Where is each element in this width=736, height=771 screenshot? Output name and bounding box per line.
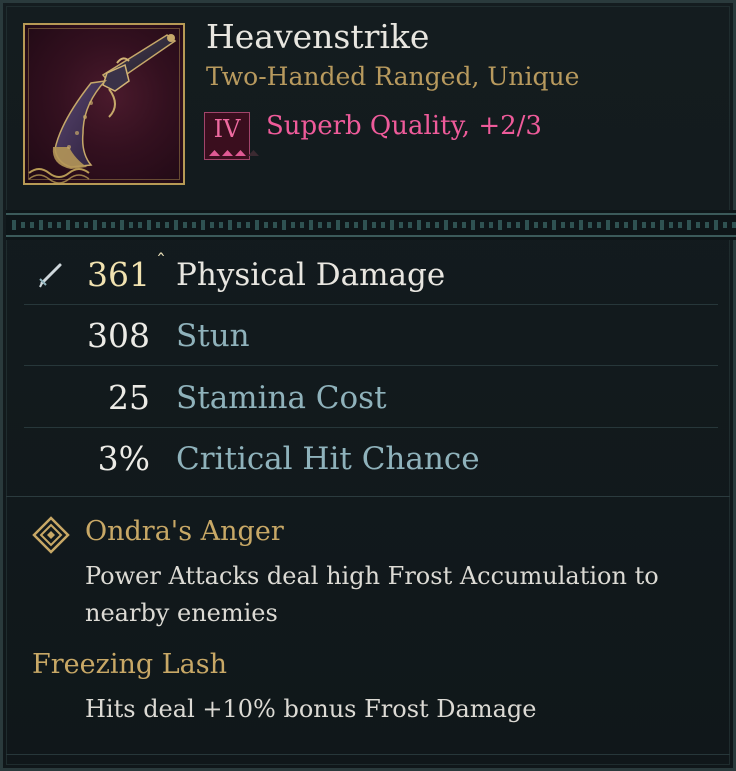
ornamental-divider — [6, 210, 736, 240]
tier-pip-empty — [248, 150, 259, 156]
tier-pip-filled — [209, 150, 220, 156]
stat-label: Physical Damage — [176, 257, 446, 293]
stat-label: Stun — [176, 318, 250, 354]
perk-title: Freezing Lash — [32, 649, 227, 680]
stat-row-physical-damage: 361 ˆ Physical Damage — [6, 245, 736, 305]
bottom-divider — [6, 754, 730, 755]
stat-value: 361 — [87, 255, 150, 294]
perk-description: Power Attacks deal high Frost Accumulati… — [85, 562, 659, 627]
stat-value: 3% — [97, 439, 150, 478]
stat-label: Critical Hit Chance — [176, 441, 480, 477]
perk-title: Ondra's Anger — [85, 516, 284, 547]
item-type: Two-Handed Ranged, Unique — [206, 62, 580, 91]
section-divider — [6, 496, 730, 497]
item-name: Heavenstrike — [206, 17, 430, 56]
stat-upgrade-indicator: ˆ — [156, 249, 166, 273]
stat-row-critical-hit-chance: 3% Critical Hit Chance — [6, 429, 736, 489]
tier-numeral: IV — [213, 115, 241, 143]
quality-text: Superb Quality, +2/3 — [266, 111, 542, 141]
stat-value: 308 — [87, 316, 150, 355]
perk-description: Hits deal +10% bonus Frost Damage — [85, 695, 537, 723]
stat-row-stun: 308 Stun — [6, 306, 736, 366]
flintlock-pistol-icon — [28, 34, 177, 183]
tier-badge: IV — [204, 112, 259, 160]
diamond-rune-icon — [32, 516, 70, 554]
stat-value: 25 — [108, 378, 150, 417]
sword-icon — [39, 263, 62, 288]
tier-pips — [209, 149, 259, 156]
stat-label: Stamina Cost — [176, 380, 387, 416]
tier-pip-filled — [222, 150, 233, 156]
tier-pip-filled — [235, 150, 246, 156]
item-image-frame — [23, 23, 185, 185]
item-tooltip: Heavenstrike Two-Handed Ranged, Unique I… — [0, 0, 736, 771]
stat-row-stamina-cost: 25 Stamina Cost — [6, 368, 736, 428]
